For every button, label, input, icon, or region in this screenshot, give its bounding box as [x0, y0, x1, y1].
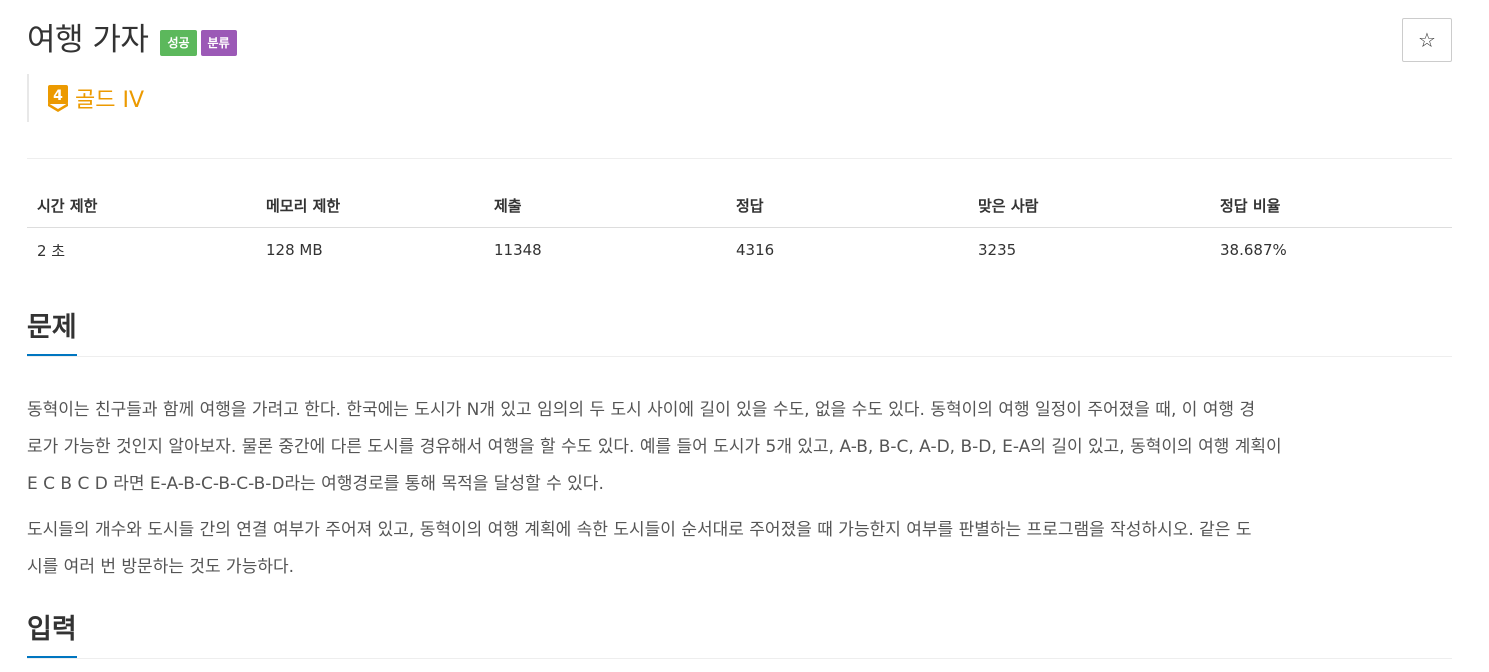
- star-button[interactable]: ☆: [1402, 18, 1452, 62]
- header-memory-limit: 메모리 제한: [266, 197, 341, 215]
- header-submissions: 제출: [494, 197, 522, 215]
- header-time-limit: 시간 제한: [37, 197, 98, 215]
- stats-header-row: 시간 제한 메모리 제한 제출 정답 맞은 사람 정답 비율: [27, 184, 1452, 228]
- value-accept-ratio: 38.687%: [1220, 241, 1287, 259]
- problem-section-header: 문제: [27, 312, 1452, 357]
- problem-page: 여행 가자 성공 분류 ☆ 4 골드 IV 시간 제한 메모리 제한 제출 정답…: [0, 0, 1489, 672]
- paragraph-2-line-1: 도시들의 개수와 도시들 간의 연결 여부가 주어져 있고, 동혁이의 여행 계…: [27, 520, 1252, 540]
- description-paragraph-1: 동혁이는 친구들과 함께 여행을 가려고 한다. 한국에는 도시가 N개 있고 …: [27, 392, 1452, 503]
- paragraph-1-line-2: 로가 가능한 것인지 알아보자. 물론 중간에 다른 도시를 경유해서 여행을 …: [27, 437, 1282, 457]
- paragraph-2-line-2: 시를 여러 번 방문하는 것도 가능하다.: [27, 557, 295, 577]
- badge-group: 성공 분류: [156, 30, 237, 56]
- title-row: 여행 가자 성공 분류: [27, 20, 237, 60]
- problem-stats-table: 시간 제한 메모리 제한 제출 정답 맞은 사람 정답 비율 2 초 128 M…: [27, 184, 1452, 272]
- input-section-header: 입력: [27, 614, 1452, 659]
- input-section-title: 입력: [27, 614, 77, 659]
- header-divider: [27, 158, 1452, 159]
- success-badge[interactable]: 성공: [160, 30, 197, 56]
- header-accept-ratio: 정답 비율: [1220, 197, 1281, 215]
- problem-section-title: 문제: [27, 312, 77, 357]
- value-solvers: 3235: [978, 241, 1017, 259]
- stats-value-row: 2 초 128 MB 11348 4316 3235 38.687%: [27, 228, 1452, 272]
- header-solvers: 맞은 사람: [978, 197, 1039, 215]
- section-divider: [27, 658, 1452, 659]
- header-accepted: 정답: [736, 197, 764, 215]
- value-accepted: 4316: [736, 241, 775, 259]
- gold-tier-icon: 4: [48, 85, 68, 112]
- tier-level-text: 4: [53, 88, 63, 104]
- star-icon: ☆: [1418, 28, 1436, 52]
- paragraph-1-line-3: E C B C D 라면 E-A-B-C-B-C-B-D라는 여행경로를 통해 …: [27, 474, 604, 494]
- tier-block: 4 골드 IV: [27, 74, 144, 122]
- problem-title: 여행 가자: [27, 22, 149, 58]
- problem-description: 동혁이는 친구들과 함께 여행을 가려고 한다. 한국에는 도시가 N개 있고 …: [27, 392, 1452, 595]
- value-time-limit: 2 초: [37, 241, 66, 260]
- description-paragraph-2: 도시들의 개수와 도시들 간의 연결 여부가 주어져 있고, 동혁이의 여행 계…: [27, 512, 1452, 586]
- category-badge[interactable]: 분류: [200, 30, 237, 56]
- section-divider: [27, 356, 1452, 357]
- tier-label[interactable]: 골드 IV: [75, 82, 144, 114]
- value-memory-limit: 128 MB: [266, 241, 323, 259]
- value-submissions: 11348: [494, 241, 542, 259]
- paragraph-1-line-1: 동혁이는 친구들과 함께 여행을 가려고 한다. 한국에는 도시가 N개 있고 …: [27, 400, 1256, 420]
